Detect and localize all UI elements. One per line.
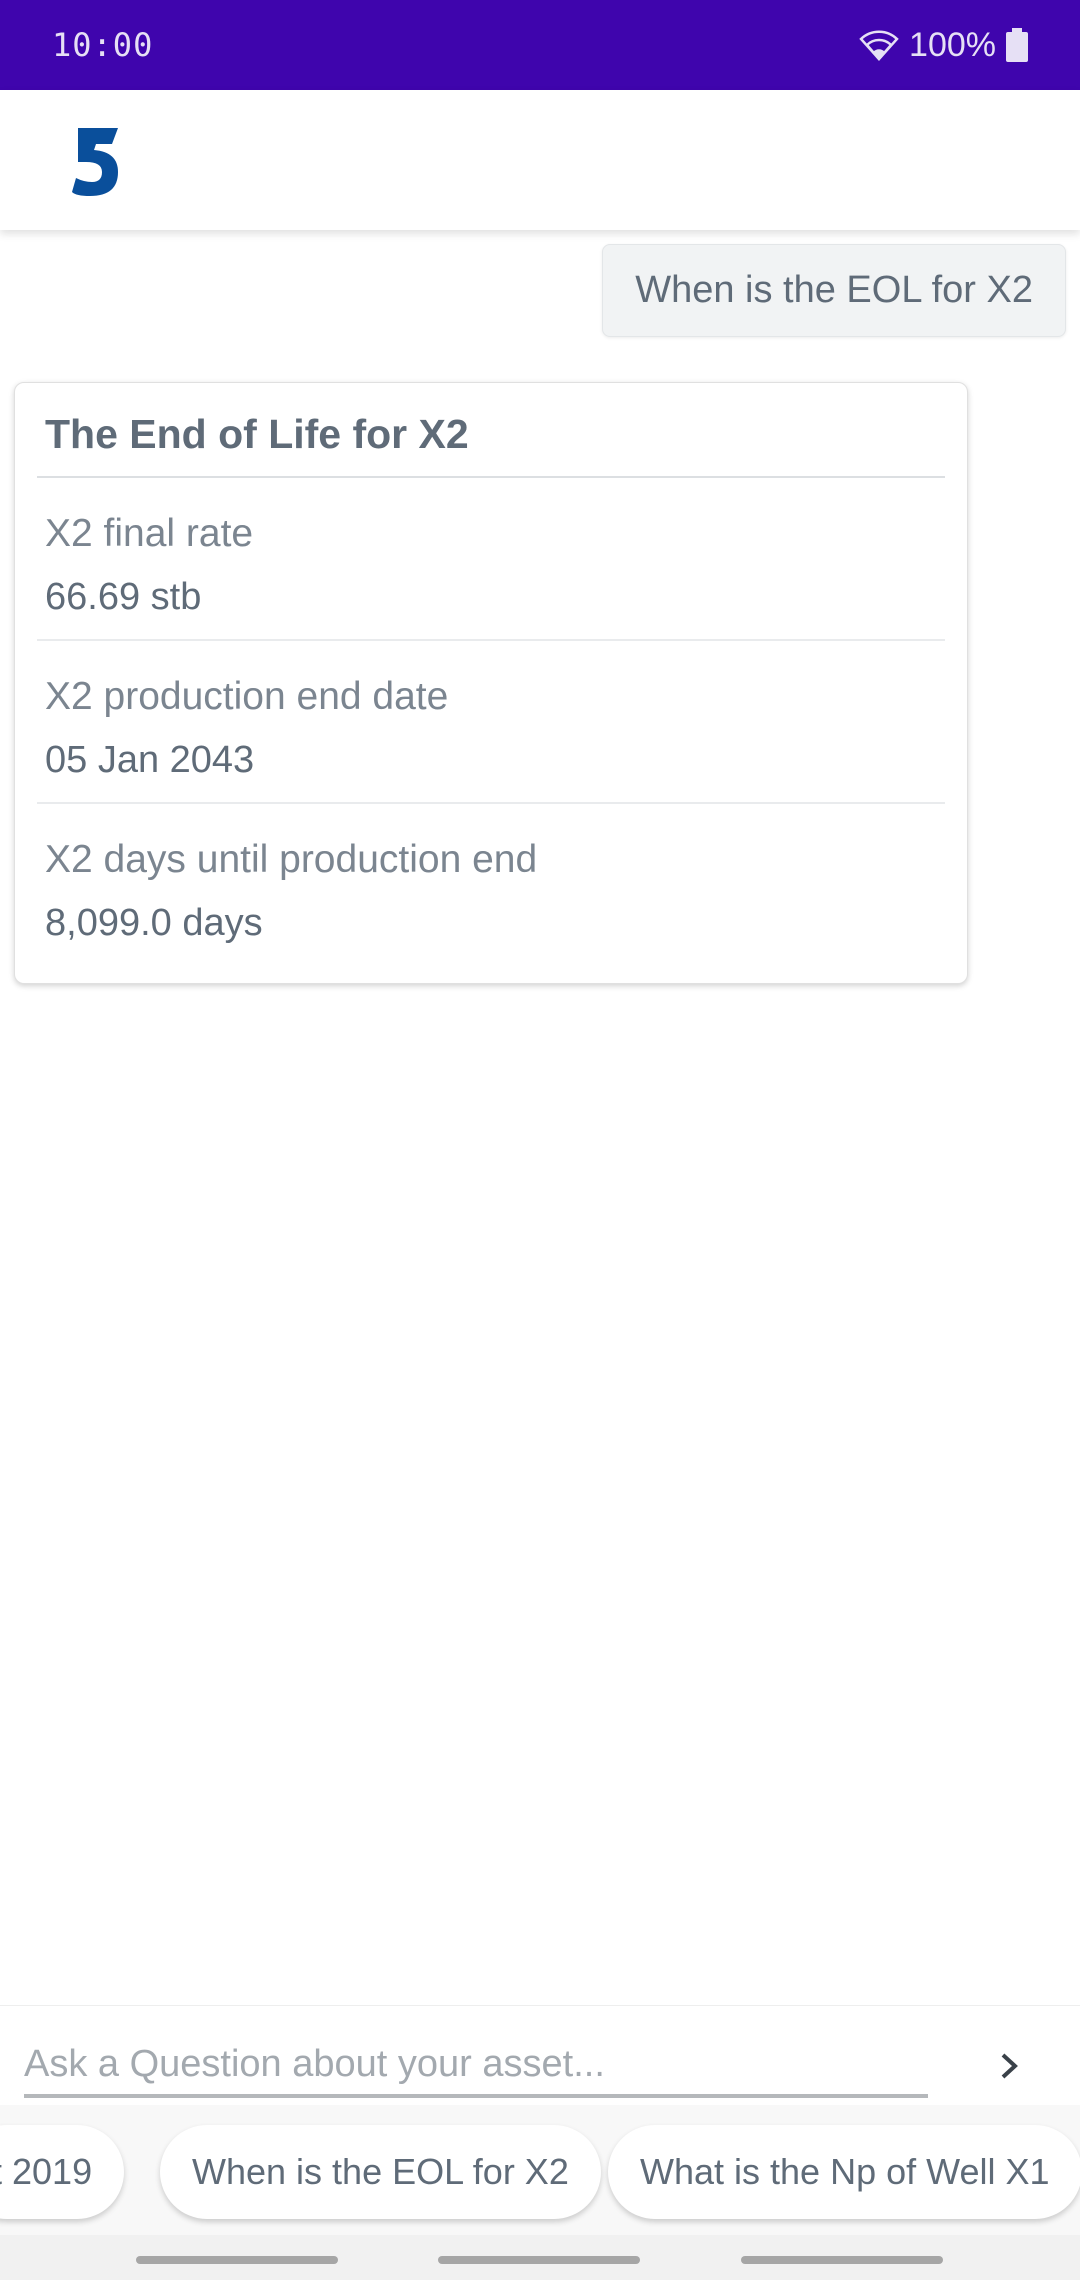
- app-bar: [0, 90, 1080, 230]
- nav-handle[interactable]: [136, 2256, 338, 2264]
- suggestion-chips: t 2019 When is the EOL for X2 What is th…: [0, 2105, 1080, 2235]
- chat-area: When is the EOL for X2 The End of Life f…: [0, 230, 1080, 2005]
- row-label: X2 final rate: [45, 512, 254, 555]
- status-time: 10:00: [52, 26, 154, 64]
- answer-card: The End of Life for X2 X2 final rate 66.…: [14, 382, 968, 984]
- nav-handle[interactable]: [438, 2256, 640, 2264]
- row-value: 66.69 stb: [45, 576, 202, 618]
- card-row: X2 final rate 66.69 stb: [37, 478, 945, 641]
- row-value: 05 Jan 2043: [45, 739, 255, 781]
- nav-handle[interactable]: [741, 2256, 943, 2264]
- suggestion-chip[interactable]: t 2019: [0, 2125, 125, 2219]
- user-message-bubble: When is the EOL for X2: [602, 244, 1066, 337]
- suggestion-chip[interactable]: When is the EOL for X2: [160, 2125, 601, 2219]
- s-logo-icon[interactable]: [68, 120, 130, 205]
- send-button[interactable]: [990, 2046, 1030, 2086]
- question-input[interactable]: [24, 2034, 928, 2098]
- status-bar: 10:00 100%: [0, 0, 1080, 90]
- card-title: The End of Life for X2: [37, 411, 945, 478]
- navigation-bar: [0, 2235, 1080, 2280]
- row-value: 8,099.0 days: [45, 902, 263, 944]
- battery-percent: 100%: [909, 25, 996, 64]
- chevron-right-icon: [1001, 2053, 1018, 2079]
- battery-icon: [1006, 28, 1028, 62]
- input-bar: [0, 2005, 1080, 2105]
- card-row: X2 days until production end 8,099.0 day…: [37, 804, 945, 945]
- row-label: X2 production end date: [45, 675, 449, 718]
- suggestion-chip[interactable]: What is the Np of Well X1: [608, 2125, 1080, 2219]
- card-row: X2 production end date 05 Jan 2043: [37, 641, 945, 804]
- wifi-icon: [859, 29, 899, 61]
- status-indicators: 100%: [859, 26, 1028, 65]
- row-label: X2 days until production end: [45, 838, 538, 881]
